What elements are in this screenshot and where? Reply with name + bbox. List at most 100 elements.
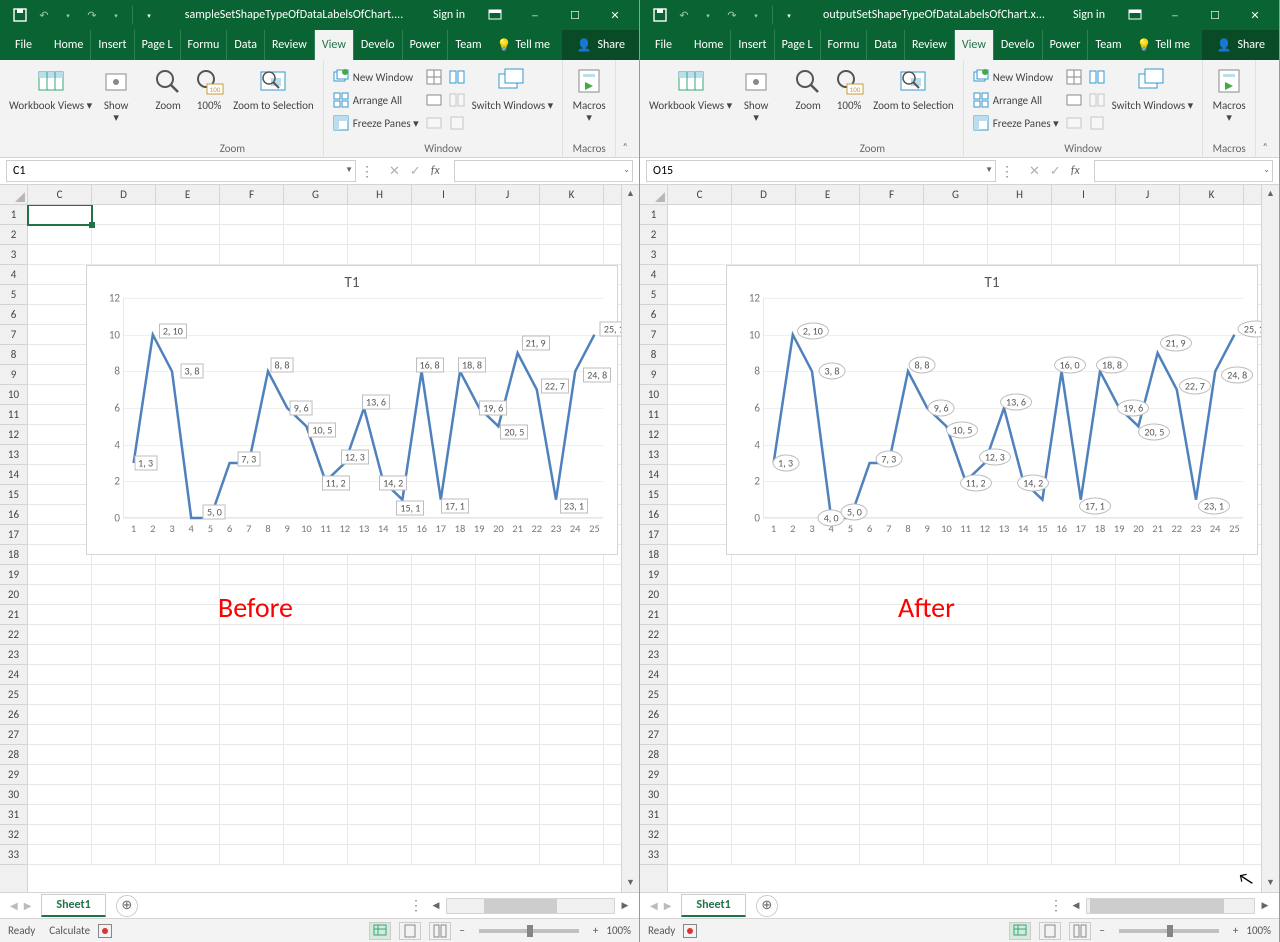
- cell[interactable]: [668, 545, 732, 564]
- cell[interactable]: [476, 765, 540, 784]
- cell[interactable]: [412, 825, 476, 844]
- row-header[interactable]: 25: [640, 685, 667, 705]
- tab-home[interactable]: Home: [47, 30, 91, 60]
- cell[interactable]: [540, 585, 604, 604]
- row-header[interactable]: 30: [0, 785, 27, 805]
- cell[interactable]: [412, 725, 476, 744]
- cell[interactable]: [412, 765, 476, 784]
- cell[interactable]: [668, 305, 732, 324]
- cell[interactable]: [28, 345, 92, 364]
- cell[interactable]: [732, 625, 796, 644]
- sign-in-link[interactable]: Sign in: [1063, 8, 1115, 22]
- cell[interactable]: [348, 245, 412, 264]
- cell[interactable]: [668, 685, 732, 704]
- formula-bar[interactable]: ⌄: [1094, 160, 1273, 182]
- cell[interactable]: [156, 585, 220, 604]
- tab-review[interactable]: Review: [905, 30, 955, 60]
- col-header[interactable]: C: [28, 185, 92, 204]
- cell[interactable]: [92, 785, 156, 804]
- tab-team[interactable]: Team: [1088, 30, 1128, 60]
- workbook-views-button[interactable]: Workbook Views ▾: [6, 64, 95, 114]
- cell[interactable]: [796, 585, 860, 604]
- cell[interactable]: [156, 645, 220, 664]
- cell[interactable]: [732, 205, 796, 224]
- col-header[interactable]: E: [796, 185, 860, 204]
- cancel-formula-icon[interactable]: ✕: [389, 164, 400, 179]
- col-header[interactable]: J: [1116, 185, 1180, 204]
- cell[interactable]: [540, 625, 604, 644]
- cell[interactable]: [28, 425, 92, 444]
- cell[interactable]: [1052, 565, 1116, 584]
- cell[interactable]: [92, 705, 156, 724]
- cell[interactable]: [284, 845, 348, 864]
- zoom-level[interactable]: 100%: [1246, 924, 1271, 937]
- row-header[interactable]: 6: [640, 305, 667, 325]
- row-header[interactable]: 11: [0, 405, 27, 425]
- cell[interactable]: [220, 705, 284, 724]
- tab-power[interactable]: Power: [403, 30, 449, 60]
- cell[interactable]: [28, 625, 92, 644]
- cell[interactable]: [1180, 805, 1244, 824]
- cell[interactable]: [92, 205, 156, 224]
- cell[interactable]: [220, 205, 284, 224]
- cell[interactable]: [540, 605, 604, 624]
- sheet-tab[interactable]: Sheet1: [41, 894, 105, 917]
- reset-pos-button[interactable]: [1086, 112, 1108, 134]
- cell[interactable]: [796, 685, 860, 704]
- vertical-scrollbar[interactable]: ▲▼: [621, 185, 639, 892]
- cell[interactable]: [476, 245, 540, 264]
- split-button[interactable]: [1063, 66, 1085, 88]
- cell[interactable]: [1116, 585, 1180, 604]
- maximize-button[interactable]: ☐: [1195, 0, 1235, 30]
- cell[interactable]: [988, 605, 1052, 624]
- cell[interactable]: [668, 765, 732, 784]
- cell[interactable]: [220, 685, 284, 704]
- zoom-button[interactable]: Zoom: [788, 64, 828, 114]
- minimize-button[interactable]: ─: [515, 0, 555, 30]
- tab-file[interactable]: File: [640, 30, 687, 60]
- row-header[interactable]: 7: [0, 325, 27, 345]
- cell[interactable]: [668, 565, 732, 584]
- cell[interactable]: [1180, 645, 1244, 664]
- cell[interactable]: [668, 645, 732, 664]
- sheet-nav-next-icon[interactable]: ▶: [664, 899, 672, 912]
- row-header[interactable]: 22: [0, 625, 27, 645]
- cell[interactable]: [1116, 825, 1180, 844]
- cell[interactable]: [412, 845, 476, 864]
- cell[interactable]: [988, 745, 1052, 764]
- row-header[interactable]: 11: [640, 405, 667, 425]
- cell[interactable]: [860, 225, 924, 244]
- cell[interactable]: [28, 805, 92, 824]
- unhide-button[interactable]: [1063, 112, 1085, 134]
- cell[interactable]: [732, 565, 796, 584]
- cell[interactable]: [220, 665, 284, 684]
- row-header[interactable]: 18: [640, 545, 667, 565]
- row-header[interactable]: 10: [0, 385, 27, 405]
- row-header[interactable]: 5: [0, 285, 27, 305]
- row-header[interactable]: 20: [640, 585, 667, 605]
- cell[interactable]: [28, 265, 92, 284]
- cell[interactable]: [668, 505, 732, 524]
- row-header[interactable]: 16: [0, 505, 27, 525]
- cell[interactable]: [924, 665, 988, 684]
- cell[interactable]: [1116, 725, 1180, 744]
- cell[interactable]: [412, 665, 476, 684]
- col-header[interactable]: D: [92, 185, 156, 204]
- cell[interactable]: [540, 825, 604, 844]
- cell[interactable]: [1116, 705, 1180, 724]
- cell[interactable]: [28, 405, 92, 424]
- cell[interactable]: [860, 685, 924, 704]
- cell[interactable]: [1052, 665, 1116, 684]
- cell[interactable]: [1180, 685, 1244, 704]
- minimize-button[interactable]: ─: [1155, 0, 1195, 30]
- cell[interactable]: [668, 485, 732, 504]
- cell[interactable]: [796, 825, 860, 844]
- cell[interactable]: [28, 445, 92, 464]
- cell[interactable]: [476, 725, 540, 744]
- cell[interactable]: [924, 845, 988, 864]
- cell[interactable]: [92, 665, 156, 684]
- tell-me-search[interactable]: 💡Tell me: [1129, 30, 1198, 60]
- cell[interactable]: [156, 565, 220, 584]
- cell[interactable]: [860, 805, 924, 824]
- name-box[interactable]: C1▼: [6, 160, 356, 182]
